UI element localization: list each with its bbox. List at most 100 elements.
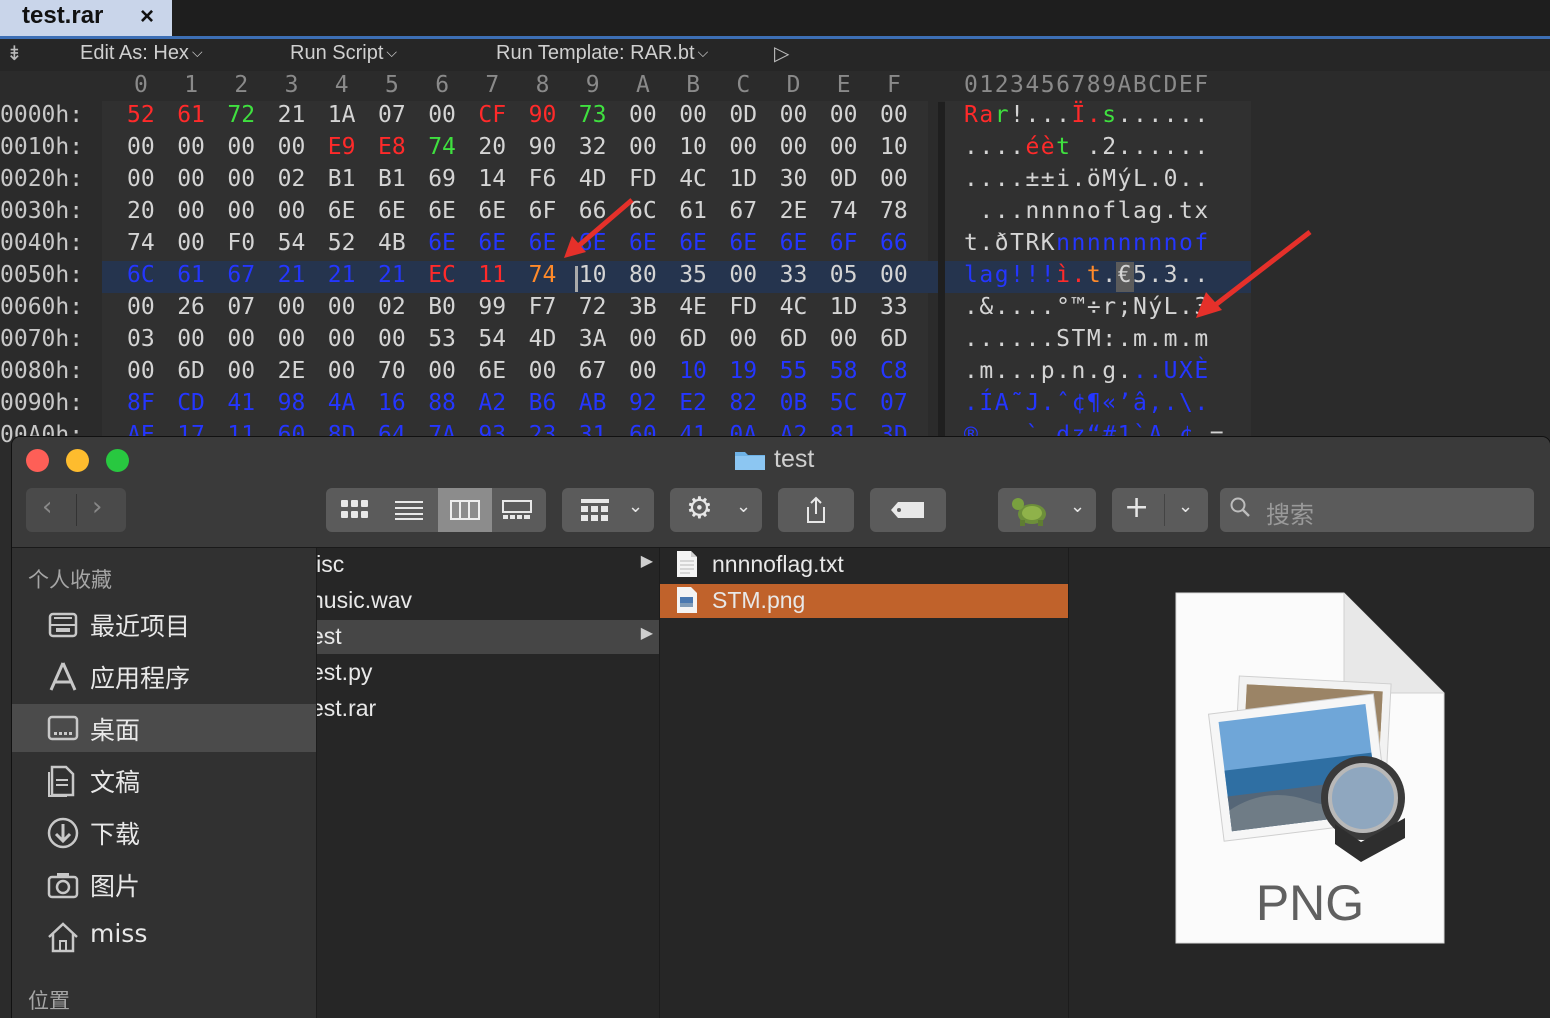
hex-byte[interactable]: 00 [729, 326, 757, 352]
hex-byte[interactable]: 00 [378, 326, 406, 352]
hex-byte[interactable]: 3A [579, 326, 607, 352]
hex-byte[interactable]: 00 [529, 358, 557, 384]
hex-byte[interactable]: 21 [278, 102, 306, 128]
hex-byte[interactable]: E2 [679, 390, 707, 416]
gallery-view-icon[interactable] [502, 500, 532, 520]
ascii-row[interactable]: .ÍA˜J.ˆ¢¶«’â‚.\. [964, 390, 1210, 416]
hex-byte[interactable]: B1 [328, 166, 356, 192]
hex-byte[interactable]: 33 [880, 294, 908, 320]
zoom-window-button[interactable] [106, 449, 129, 472]
hex-byte[interactable]: 72 [227, 102, 255, 128]
hex-byte[interactable]: EC [428, 262, 456, 288]
hex-byte[interactable]: 00 [177, 166, 205, 192]
list-item-selected[interactable]: est ▶ [317, 620, 659, 654]
hex-byte[interactable]: 00 [278, 134, 306, 160]
hex-byte[interactable]: 6E [679, 230, 707, 256]
hex-byte[interactable]: FD [629, 166, 657, 192]
hex-byte[interactable]: 35 [679, 262, 707, 288]
hex-byte[interactable]: 21 [278, 262, 306, 288]
hex-byte[interactable]: 10 [579, 262, 607, 288]
hex-byte[interactable]: 16 [378, 390, 406, 416]
hex-byte[interactable]: F0 [227, 230, 255, 256]
hex-byte[interactable]: 69 [428, 166, 456, 192]
ascii-row[interactable]: Rar!...Ï.s...... [964, 102, 1210, 128]
hex-byte[interactable]: 00 [830, 326, 858, 352]
hex-byte[interactable]: F6 [529, 166, 557, 192]
hex-byte[interactable]: 1D [729, 166, 757, 192]
hex-byte[interactable]: 07 [227, 294, 255, 320]
list-item[interactable]: est.rar [317, 692, 659, 726]
back-button[interactable]: ‹ [42, 492, 52, 522]
add-button[interactable]: + ⌄ [1112, 488, 1208, 532]
list-item[interactable]: est.py [317, 656, 659, 690]
sidebar-item-home[interactable]: miss [12, 912, 316, 960]
hex-byte[interactable]: 70 [378, 358, 406, 384]
hex-byte[interactable]: 00 [679, 102, 707, 128]
hex-byte[interactable]: B6 [529, 390, 557, 416]
hex-byte[interactable]: 10 [679, 134, 707, 160]
hex-byte[interactable]: 07 [880, 390, 908, 416]
sidebar-item-documents[interactable]: 文稿 [12, 756, 316, 804]
hex-byte[interactable]: 14 [478, 166, 506, 192]
hex-byte[interactable]: 00 [227, 198, 255, 224]
hex-byte[interactable]: 53 [428, 326, 456, 352]
hex-byte[interactable]: 6E [428, 230, 456, 256]
ascii-row[interactable]: ....±±i.öMýL.0.. [964, 166, 1210, 192]
tag-button[interactable] [870, 488, 946, 532]
hex-byte[interactable]: 00 [629, 134, 657, 160]
hex-byte[interactable]: 00 [177, 230, 205, 256]
hex-byte[interactable]: 00 [278, 198, 306, 224]
hex-byte[interactable]: 67 [227, 262, 255, 288]
hex-byte[interactable]: 67 [729, 198, 757, 224]
hex-byte[interactable]: 4B [378, 230, 406, 256]
hex-byte[interactable]: 6F [830, 230, 858, 256]
list-item[interactable]: nusic.wav [317, 584, 659, 618]
hex-byte[interactable]: 6F [529, 198, 557, 224]
hex-byte[interactable]: 74 [428, 134, 456, 160]
hex-byte[interactable]: 99 [478, 294, 506, 320]
hex-byte[interactable]: 61 [177, 262, 205, 288]
hex-byte[interactable]: AB [579, 390, 607, 416]
hex-byte[interactable]: 6E [428, 198, 456, 224]
forward-button[interactable]: › [92, 492, 102, 522]
hex-byte[interactable]: 6C [127, 262, 155, 288]
hex-byte[interactable]: 6E [729, 230, 757, 256]
hex-byte[interactable]: 03 [127, 326, 155, 352]
hex-byte[interactable]: E8 [378, 134, 406, 160]
hex-byte[interactable]: 00 [127, 294, 155, 320]
collapse-icon[interactable]: ⇟ [6, 41, 23, 66]
hex-byte[interactable]: 54 [278, 230, 306, 256]
hex-byte[interactable]: 92 [629, 390, 657, 416]
hex-byte[interactable]: 00 [227, 326, 255, 352]
hex-byte[interactable]: 54 [478, 326, 506, 352]
group-by-button[interactable]: ⌄ [562, 488, 654, 532]
hex-byte[interactable]: 00 [830, 102, 858, 128]
hex-byte[interactable]: 73 [579, 102, 607, 128]
hex-byte[interactable]: 67 [579, 358, 607, 384]
hex-byte[interactable]: 6E [378, 198, 406, 224]
hex-byte[interactable]: 19 [729, 358, 757, 384]
hex-byte[interactable]: A2 [478, 390, 506, 416]
hex-byte[interactable]: 82 [729, 390, 757, 416]
hex-byte[interactable]: 90 [529, 102, 557, 128]
hex-byte[interactable]: 00 [278, 326, 306, 352]
hex-byte[interactable]: 00 [729, 262, 757, 288]
hex-byte[interactable]: 55 [780, 358, 808, 384]
close-window-button[interactable] [26, 449, 49, 472]
hex-byte[interactable]: 4C [780, 294, 808, 320]
ascii-row[interactable]: .&....°™÷r;NýL.3 [964, 294, 1210, 320]
hex-byte[interactable]: 4D [579, 166, 607, 192]
sidebar-item-applications[interactable]: 应用程序 [12, 652, 316, 700]
hex-byte[interactable]: C8 [880, 358, 908, 384]
hex-byte[interactable]: 30 [780, 166, 808, 192]
hex-byte[interactable]: 02 [378, 294, 406, 320]
hex-byte[interactable]: 6D [177, 358, 205, 384]
hex-byte[interactable]: 00 [227, 166, 255, 192]
list-item[interactable]: lisc ▶ [317, 548, 659, 582]
hex-byte[interactable]: 2E [278, 358, 306, 384]
hex-byte[interactable]: 4D [529, 326, 557, 352]
hex-byte[interactable]: 00 [328, 326, 356, 352]
ascii-row[interactable]: .m...p.n.g...UXÈ [964, 358, 1210, 384]
hex-byte[interactable]: 00 [880, 262, 908, 288]
list-item-png-selected[interactable]: STM.png [660, 584, 1068, 618]
